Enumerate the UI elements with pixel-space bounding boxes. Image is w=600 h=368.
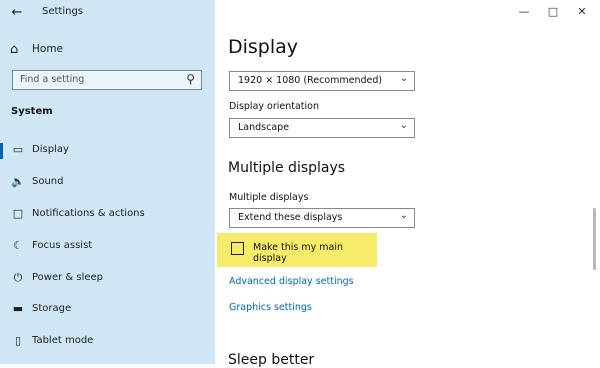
orientation-dropdown[interactable]: Landscape ⌄ xyxy=(229,118,415,138)
main-display-checkbox[interactable] xyxy=(231,242,244,255)
back-arrow-icon[interactable]: ← xyxy=(6,4,28,22)
multiple-displays-value: Extend these displays xyxy=(238,212,343,223)
moon-icon: ☾ xyxy=(13,239,23,252)
active-indicator xyxy=(0,143,3,159)
sleep-better-heading: Sleep better xyxy=(228,352,315,368)
resolution-dropdown[interactable]: 1920 × 1080 (Recommended) ⌄ xyxy=(229,71,415,91)
sidebar-item-focus-assist[interactable]: ☾ Focus assist xyxy=(0,233,215,261)
sidebar-item-label: Tablet mode xyxy=(32,335,94,346)
search-icon[interactable]: ⚲ xyxy=(186,72,195,86)
sidebar-item-storage[interactable]: ▬ Storage xyxy=(0,296,215,324)
chevron-down-icon: ⌄ xyxy=(399,73,408,84)
main-display-option-highlight: Make this my main display xyxy=(217,233,377,267)
home-label: Home xyxy=(32,43,64,55)
chevron-down-icon: ⌄ xyxy=(399,120,408,131)
sidebar-item-label: Storage xyxy=(32,303,72,314)
storage-icon: ▬ xyxy=(12,302,24,315)
power-icon: ⏻ xyxy=(13,271,23,284)
graphics-settings-link[interactable]: Graphics settings xyxy=(229,302,312,313)
multiple-displays-label: Multiple displays xyxy=(229,192,309,203)
multiple-displays-dropdown[interactable]: Extend these displays ⌄ xyxy=(229,208,415,228)
sidebar-home[interactable]: ⌂ Home xyxy=(0,40,215,60)
main-display-checkbox-label[interactable]: Make this my main display xyxy=(253,242,377,264)
minimize-icon[interactable]: — xyxy=(513,4,535,20)
section-title: System xyxy=(11,106,53,117)
sidebar-item-display[interactable]: ▭ Display xyxy=(0,137,215,165)
app-title: Settings xyxy=(42,6,84,17)
chevron-down-icon: ⌄ xyxy=(399,210,408,221)
sidebar-item-label: Display xyxy=(32,144,69,155)
maximize-icon[interactable]: □ xyxy=(542,4,564,20)
monitor-icon: ▭ xyxy=(12,143,24,156)
main-content: — □ ✕ Display 1920 × 1080 (Recommended) … xyxy=(215,0,600,368)
sidebar: ← Settings ⌂ Home Find a setting ⚲ Syste… xyxy=(0,0,215,364)
sidebar-item-label: Focus assist xyxy=(32,240,93,251)
tablet-icon: ▯ xyxy=(14,334,22,347)
orientation-label: Display orientation xyxy=(229,101,320,112)
sidebar-item-label: Power & sleep xyxy=(32,272,104,283)
search-placeholder: Find a setting xyxy=(20,74,85,85)
sidebar-item-power-sleep[interactable]: ⏻ Power & sleep xyxy=(0,265,215,293)
resolution-value: 1920 × 1080 (Recommended) xyxy=(238,75,383,86)
speaker-icon: 🔈 xyxy=(11,175,25,188)
sidebar-item-notifications[interactable]: □ Notifications & actions xyxy=(0,201,215,229)
close-icon[interactable]: ✕ xyxy=(571,4,593,20)
advanced-display-settings-link[interactable]: Advanced display settings xyxy=(229,276,354,287)
orientation-value: Landscape xyxy=(238,122,290,133)
multiple-displays-heading: Multiple displays xyxy=(228,160,346,176)
sidebar-item-label: Sound xyxy=(32,176,64,187)
notification-icon: □ xyxy=(12,207,24,220)
page-title: Display xyxy=(228,36,299,58)
sidebar-item-tablet-mode[interactable]: ▯ Tablet mode xyxy=(0,328,215,356)
sidebar-item-sound[interactable]: 🔈 Sound xyxy=(0,169,215,197)
search-input[interactable]: Find a setting ⚲ xyxy=(12,70,202,90)
home-icon: ⌂ xyxy=(10,42,19,57)
scrollbar[interactable] xyxy=(593,208,596,270)
sidebar-item-label: Notifications & actions xyxy=(32,208,145,219)
